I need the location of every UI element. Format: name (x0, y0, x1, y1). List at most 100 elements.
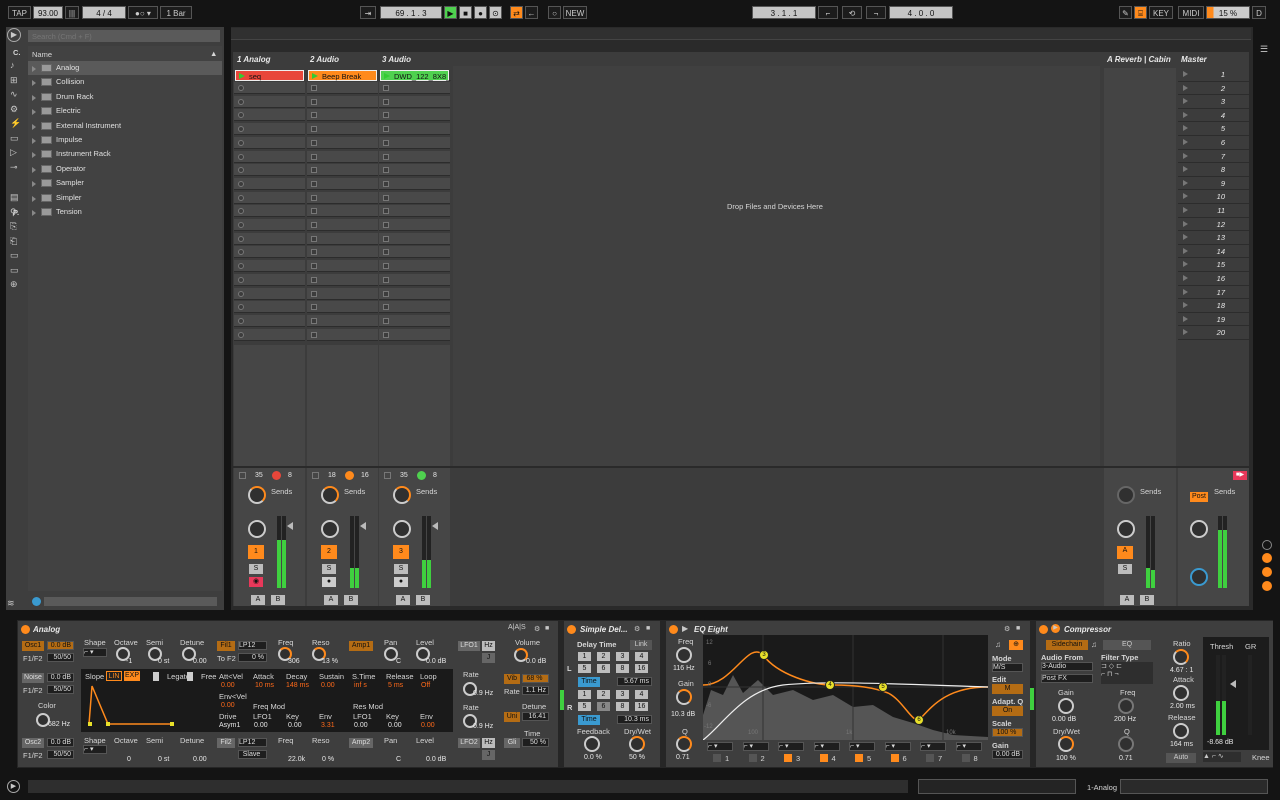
save-preset-icon[interactable]: ■ (1016, 625, 1020, 632)
delay-right-time-button[interactable]: Time (578, 715, 600, 725)
punch-out-icon[interactable]: ¬ (866, 6, 886, 19)
song-position-field[interactable]: 69 . 1 . 3 (380, 6, 442, 19)
delay-sync-button[interactable]: 16 (635, 702, 648, 711)
expand-icon[interactable] (32, 195, 36, 202)
scene-slot[interactable]: 14 (1178, 245, 1249, 259)
return-send-b[interactable]: B (1140, 595, 1154, 605)
clip-slot-stop-icon[interactable] (311, 290, 317, 297)
track-color-dot[interactable] (417, 471, 426, 480)
folder-icon[interactable]: ▭ (10, 250, 26, 265)
overview-bar[interactable] (231, 28, 1251, 40)
clip-slot-stop-icon[interactable] (311, 112, 317, 119)
clip-slot-stop-icon[interactable] (383, 153, 389, 160)
audio-effects-icon[interactable]: ⚙ (10, 104, 26, 119)
eq-band-handle-4[interactable]: 4 (825, 680, 835, 690)
follow-icon[interactable]: ⇥ (360, 6, 376, 19)
eq-band-filter-select[interactable]: ⌐ ▾ (742, 742, 769, 751)
clip-slot[interactable] (307, 328, 378, 341)
volume-fader[interactable] (432, 522, 438, 530)
clip-slot-stop-icon[interactable] (311, 317, 317, 324)
eq-band-toggle[interactable] (819, 754, 828, 762)
send-a-knob[interactable] (393, 486, 411, 504)
clips-icon[interactable]: ⊸ (10, 162, 26, 177)
scene-launch-icon[interactable] (1183, 111, 1188, 118)
clip-slot[interactable] (379, 314, 450, 327)
volume-fader[interactable] (360, 522, 366, 530)
feedback-knob[interactable] (584, 736, 600, 752)
scene-launch-icon[interactable] (1183, 275, 1188, 281)
delay-sync-button[interactable]: 1 (578, 690, 591, 699)
track-color-dot[interactable] (345, 471, 354, 480)
folder-icon[interactable]: ▭ (10, 265, 26, 280)
release-value[interactable]: 5 ms (388, 682, 403, 689)
scene-slot[interactable]: 19 (1178, 313, 1249, 327)
scene-slot[interactable]: 20 (1178, 326, 1249, 340)
return-solo-button[interactable]: S (1118, 564, 1132, 574)
delay-sync-button[interactable]: 6 (597, 664, 610, 673)
delay-drywet-knob[interactable] (629, 736, 645, 752)
return-send-knob[interactable] (1117, 486, 1135, 504)
solo-button[interactable]: S (249, 564, 263, 574)
clip-slot[interactable] (379, 136, 450, 149)
env-legato-label[interactable]: Legato (153, 672, 190, 681)
delay-right-time[interactable]: 10.3 ms (617, 715, 652, 724)
clip-slot[interactable] (234, 177, 305, 190)
clip-slot[interactable] (307, 246, 378, 259)
ratio-knob[interactable] (1173, 649, 1189, 665)
decay-value[interactable]: 148 ms (286, 682, 309, 689)
expand-icon[interactable] (32, 94, 36, 101)
audio-from-tap-select[interactable]: Post FX (1041, 674, 1093, 683)
delay-link-button[interactable]: Link (630, 640, 652, 650)
clip-play-icon[interactable] (239, 73, 245, 79)
clip-slot[interactable] (307, 260, 378, 273)
scene-launch-icon[interactable] (1183, 220, 1188, 227)
drop-area[interactable] (453, 66, 1100, 466)
device-power-icon[interactable] (21, 625, 30, 634)
scene-slot[interactable]: 7 (1178, 150, 1249, 164)
clip-slot[interactable] (379, 177, 450, 190)
clip-slot[interactable] (307, 314, 378, 327)
preview-toggle-icon[interactable] (32, 597, 41, 606)
expand-icon[interactable] (32, 66, 36, 72)
expand-icon[interactable] (32, 80, 36, 87)
clip-slot-stop-icon[interactable] (238, 331, 244, 338)
clip-seq[interactable]: seq (235, 70, 304, 81)
clip-slot[interactable] (379, 273, 450, 286)
clip-slot[interactable] (234, 314, 305, 327)
expand-icon[interactable] (32, 181, 36, 188)
clip-slot-stop-icon[interactable] (238, 304, 244, 311)
device-chain-minimap[interactable] (1120, 779, 1268, 794)
master-post-button[interactable]: Post (1190, 492, 1208, 502)
master-clip-stop-icon[interactable]: ■▶ (1233, 471, 1247, 480)
clip-slot[interactable] (234, 301, 305, 314)
session-record-icon[interactable]: ○ (548, 6, 561, 19)
new-button[interactable]: NEW (563, 6, 587, 19)
solo-button[interactable]: S (394, 564, 408, 574)
clip-slot[interactable] (307, 232, 378, 245)
clip-slot[interactable] (234, 328, 305, 341)
clip-slot-stop-icon[interactable] (311, 194, 317, 201)
delay-sync-button[interactable]: 8 (616, 702, 629, 711)
list-item[interactable]: Analog (28, 61, 222, 76)
scene-launch-icon[interactable] (1183, 193, 1188, 200)
clip-slot[interactable] (234, 191, 305, 204)
delay-sync-button[interactable]: 5 (578, 702, 591, 711)
eq-freq-knob[interactable] (676, 647, 692, 663)
draw-mode-icon[interactable]: ✎ (1119, 6, 1132, 19)
scene-slot[interactable]: 11 (1178, 204, 1249, 218)
clip-slot-stop-icon[interactable] (311, 235, 317, 242)
clip-slot-stop-icon[interactable] (238, 194, 244, 201)
sustain-value[interactable]: 0.00 (321, 682, 335, 689)
eq-adaptq[interactable]: On (992, 706, 1023, 716)
clip-slot[interactable] (379, 123, 450, 136)
eq-q-knob[interactable] (676, 736, 692, 752)
clip-slot-stop-icon[interactable] (383, 98, 389, 105)
list-item[interactable]: Instrument Rack (28, 147, 222, 161)
io-toggle-icon[interactable] (1262, 540, 1272, 550)
clip-slot[interactable] (379, 328, 450, 341)
scene-slot[interactable]: 6 (1178, 136, 1249, 150)
clip-slot-stop-icon[interactable] (383, 263, 389, 270)
scene-slot[interactable]: 3 (1178, 95, 1249, 109)
resmod-env-value[interactable]: 0.00 (421, 722, 435, 729)
clip-slot-stop-icon[interactable] (383, 304, 389, 311)
